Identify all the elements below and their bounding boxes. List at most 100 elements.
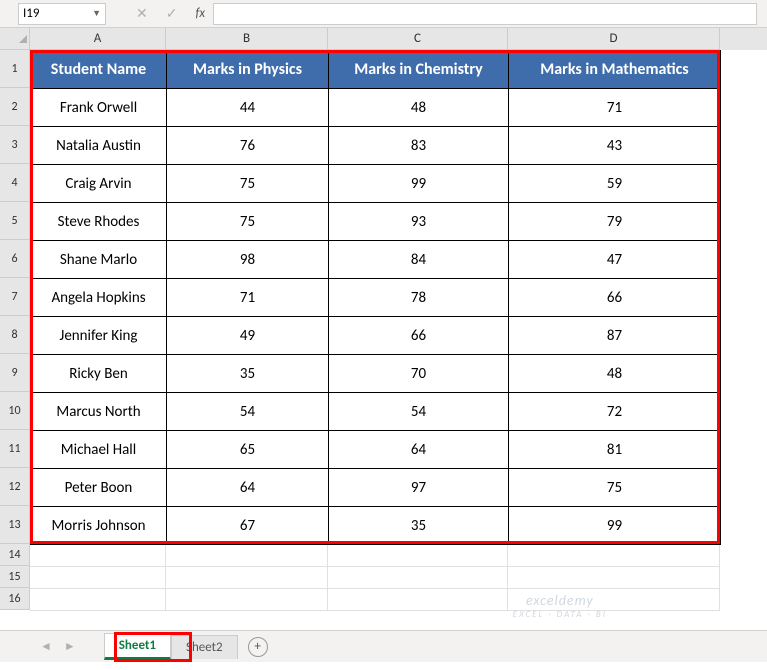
- sheet-tab-sheet2[interactable]: Sheet2: [171, 635, 238, 659]
- fx-icon[interactable]: fx: [195, 6, 205, 21]
- cell-phy[interactable]: 44: [167, 89, 329, 127]
- cells-area[interactable]: Student Name Marks in Physics Marks in C…: [30, 50, 721, 611]
- cell-chem[interactable]: 97: [329, 469, 509, 507]
- cell-name[interactable]: Peter Boon: [31, 469, 167, 507]
- cell-phy[interactable]: 49: [167, 317, 329, 355]
- cell-name[interactable]: Shane Marlo: [31, 241, 167, 279]
- cell[interactable]: [166, 567, 328, 589]
- cell[interactable]: [328, 545, 508, 567]
- header-mathematics[interactable]: Marks in Mathematics: [509, 51, 721, 89]
- chevron-down-icon[interactable]: ▼: [92, 8, 101, 19]
- cell[interactable]: [30, 567, 166, 589]
- cell-chem[interactable]: 99: [329, 165, 509, 203]
- col-header-d[interactable]: D: [508, 28, 720, 50]
- row-headers-col: 1 2 3 4 5 6 7 8 9 10 11 12 13 14 15 16: [0, 50, 30, 611]
- cell[interactable]: [328, 567, 508, 589]
- col-header-c[interactable]: C: [328, 28, 508, 50]
- select-all-corner[interactable]: [0, 28, 30, 50]
- row-header[interactable]: 3: [0, 126, 30, 164]
- cell-math[interactable]: 87: [509, 317, 721, 355]
- cell-math[interactable]: 66: [509, 279, 721, 317]
- cell-name[interactable]: Ricky Ben: [31, 355, 167, 393]
- cell-name[interactable]: Natalia Austin: [31, 127, 167, 165]
- row-header[interactable]: 7: [0, 278, 30, 316]
- cell-phy[interactable]: 71: [167, 279, 329, 317]
- cell-chem[interactable]: 93: [329, 203, 509, 241]
- row-header[interactable]: 6: [0, 240, 30, 278]
- cell-name[interactable]: Morris Johnson: [31, 507, 167, 545]
- cell-phy[interactable]: 67: [167, 507, 329, 545]
- header-student-name[interactable]: Student Name: [31, 51, 167, 89]
- cell[interactable]: [166, 545, 328, 567]
- cell-math[interactable]: 99: [509, 507, 721, 545]
- cell-math[interactable]: 71: [509, 89, 721, 127]
- row-header[interactable]: 4: [0, 164, 30, 202]
- header-chemistry[interactable]: Marks in Chemistry: [329, 51, 509, 89]
- cell-phy[interactable]: 65: [167, 431, 329, 469]
- cell-chem[interactable]: 66: [329, 317, 509, 355]
- row-header[interactable]: 15: [0, 566, 30, 588]
- cell-chem[interactable]: 83: [329, 127, 509, 165]
- name-box[interactable]: I19 ▼: [18, 3, 106, 25]
- cell-math[interactable]: 47: [509, 241, 721, 279]
- cell-phy[interactable]: 54: [167, 393, 329, 431]
- new-sheet-button[interactable]: +: [248, 637, 268, 657]
- row-header[interactable]: 2: [0, 88, 30, 126]
- cell-phy[interactable]: 75: [167, 203, 329, 241]
- row-header[interactable]: 1: [0, 50, 30, 88]
- cell-phy[interactable]: 76: [167, 127, 329, 165]
- cancel-icon: ✕: [136, 5, 148, 22]
- cell[interactable]: [508, 589, 720, 611]
- row-header[interactable]: 14: [0, 544, 30, 566]
- row-header[interactable]: 5: [0, 202, 30, 240]
- row-header[interactable]: 11: [0, 430, 30, 468]
- cell-name[interactable]: Michael Hall: [31, 431, 167, 469]
- cell-chem[interactable]: 64: [329, 431, 509, 469]
- cell-math[interactable]: 72: [509, 393, 721, 431]
- cell-chem[interactable]: 35: [329, 507, 509, 545]
- cell-math[interactable]: 48: [509, 355, 721, 393]
- prev-sheet-icon[interactable]: ◄: [40, 639, 52, 654]
- table-row: Peter Boon649775: [31, 469, 721, 507]
- row-header[interactable]: 12: [0, 468, 30, 506]
- empty-row: [30, 545, 721, 567]
- cell[interactable]: [30, 545, 166, 567]
- row-header[interactable]: 16: [0, 588, 30, 610]
- row-header[interactable]: 10: [0, 392, 30, 430]
- cell-phy[interactable]: 98: [167, 241, 329, 279]
- cell-phy[interactable]: 35: [167, 355, 329, 393]
- row-header[interactable]: 9: [0, 354, 30, 392]
- cell-math[interactable]: 59: [509, 165, 721, 203]
- row-header[interactable]: 13: [0, 506, 30, 544]
- cell-name[interactable]: Steve Rhodes: [31, 203, 167, 241]
- cell-phy[interactable]: 75: [167, 165, 329, 203]
- cell-name[interactable]: Jennifer King: [31, 317, 167, 355]
- cell-name[interactable]: Frank Orwell: [31, 89, 167, 127]
- cell-name[interactable]: Marcus North: [31, 393, 167, 431]
- sheet-tab-sheet1[interactable]: Sheet1: [104, 633, 171, 660]
- cell-phy[interactable]: 64: [167, 469, 329, 507]
- cell-chem[interactable]: 48: [329, 89, 509, 127]
- cell-chem[interactable]: 78: [329, 279, 509, 317]
- cell-chem[interactable]: 54: [329, 393, 509, 431]
- cell-math[interactable]: 75: [509, 469, 721, 507]
- col-header-b[interactable]: B: [166, 28, 328, 50]
- header-physics[interactable]: Marks in Physics: [167, 51, 329, 89]
- cell[interactable]: [30, 589, 166, 611]
- row-header[interactable]: 8: [0, 316, 30, 354]
- cell-math[interactable]: 81: [509, 431, 721, 469]
- name-box-value: I19: [23, 6, 39, 21]
- cell[interactable]: [166, 589, 328, 611]
- cell-math[interactable]: 43: [509, 127, 721, 165]
- cell[interactable]: [328, 589, 508, 611]
- next-sheet-icon[interactable]: ►: [64, 639, 76, 654]
- col-header-a[interactable]: A: [30, 28, 166, 50]
- cell[interactable]: [508, 545, 720, 567]
- cell-name[interactable]: Craig Arvin: [31, 165, 167, 203]
- cell-chem[interactable]: 70: [329, 355, 509, 393]
- cell-name[interactable]: Angela Hopkins: [31, 279, 167, 317]
- cell[interactable]: [508, 567, 720, 589]
- cell-chem[interactable]: 84: [329, 241, 509, 279]
- formula-input[interactable]: [213, 3, 757, 25]
- cell-math[interactable]: 79: [509, 203, 721, 241]
